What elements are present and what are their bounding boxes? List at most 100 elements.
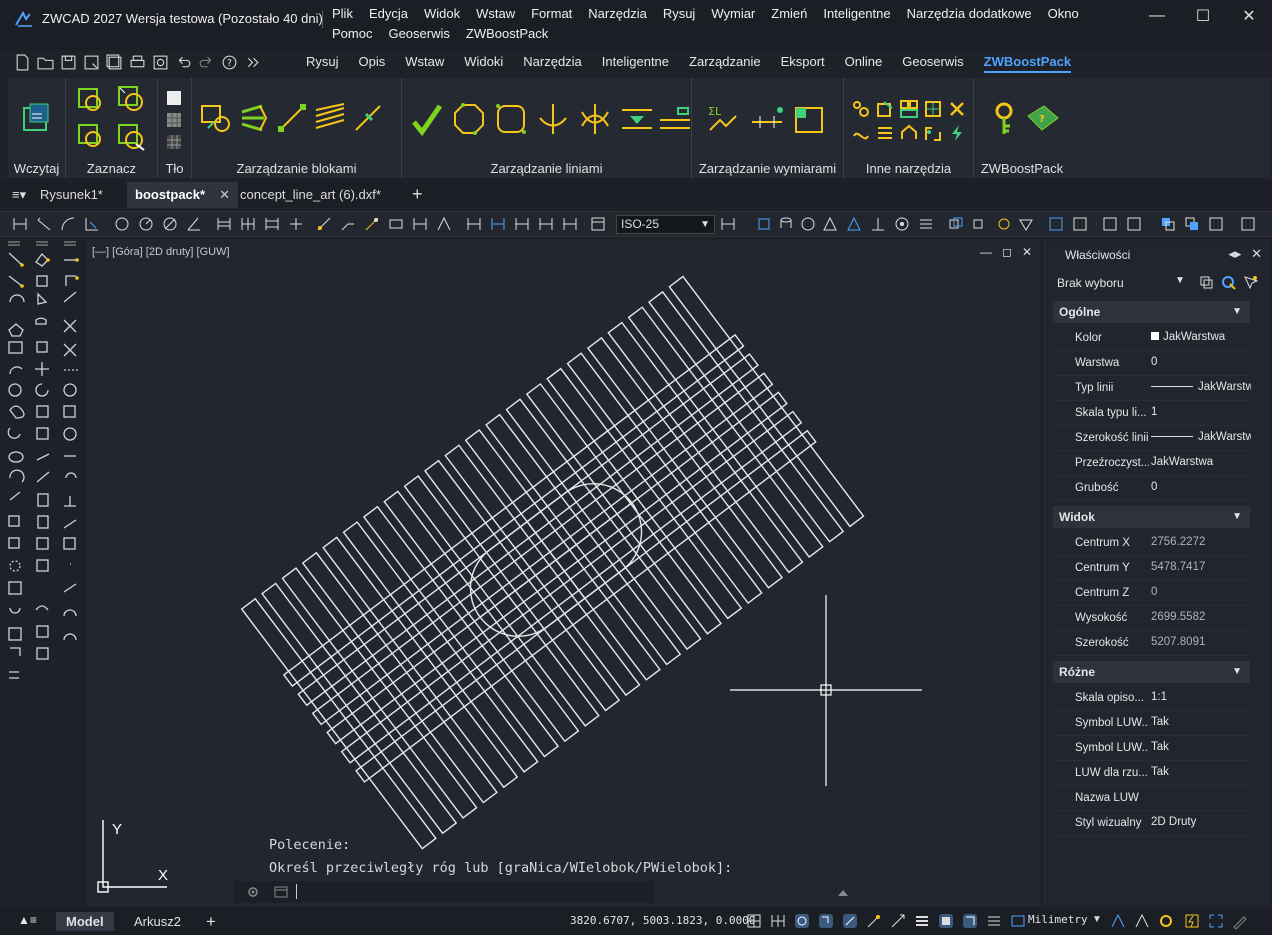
toggle-pickadd-icon[interactable] <box>1199 275 1214 290</box>
dim-baseline-icon[interactable] <box>216 216 232 232</box>
doc-tab-rysunek1[interactable]: Rysunek1* <box>32 182 111 208</box>
dim-style-edit-icon[interactable] <box>720 216 736 232</box>
layer-5-icon[interactable] <box>1048 216 1064 232</box>
tab-rysuj[interactable]: Rysuj <box>306 54 339 73</box>
dim-diameter-icon[interactable] <box>162 216 178 232</box>
tool-cross-icon[interactable] <box>948 100 966 118</box>
dim-area-icon[interactable] <box>792 102 826 136</box>
prop-row-transparency[interactable]: Przeźroczyst... JakWarstwa <box>1053 451 1250 476</box>
menu-zmien[interactable]: Zmień <box>771 6 807 22</box>
quick-select-icon[interactable] <box>1243 275 1258 290</box>
background-grid-icon[interactable] <box>166 134 182 150</box>
units-chevron-icon[interactable]: ▼ <box>1092 914 1102 925</box>
fillet-rect-icon[interactable] <box>494 102 528 136</box>
dynamic-input-icon[interactable] <box>794 913 810 929</box>
menu-edycja[interactable]: Edycja <box>369 6 408 22</box>
quick-properties-icon[interactable] <box>986 913 1002 929</box>
tool-link-icon[interactable] <box>852 124 870 142</box>
view-3d-4-icon[interactable] <box>822 216 838 232</box>
print-icon[interactable] <box>129 54 146 71</box>
dim-reassociate-icon[interactable] <box>514 216 530 232</box>
prop-row-ucs-icon-origin[interactable]: Symbol LUW... Tak <box>1053 736 1250 761</box>
minimize-button[interactable]: — <box>1134 0 1180 32</box>
selection-dropdown[interactable]: Brak wyboru ▼ <box>1051 271 1265 295</box>
tab-narzedzia[interactable]: Narzędzia <box>523 54 582 73</box>
menu-okno[interactable]: Okno <box>1048 6 1079 22</box>
osnap-icon[interactable] <box>866 913 882 929</box>
prop-row-thickness[interactable]: Grubość 0 <box>1053 476 1250 501</box>
units-icon[interactable] <box>1010 913 1026 929</box>
scroll-up-icon[interactable] <box>838 890 848 896</box>
grid-icon[interactable] <box>746 913 762 929</box>
undo-icon[interactable] <box>175 54 192 71</box>
command-settings-icon[interactable] <box>246 885 260 899</box>
open-folder-icon[interactable] <box>37 54 54 71</box>
tab-inteligentne[interactable]: Inteligentne <box>602 54 669 73</box>
background-gray-icon[interactable] <box>166 112 182 128</box>
command-history-icon[interactable] <box>274 885 288 899</box>
block-align-icon[interactable] <box>238 102 270 134</box>
prop-row-center-z[interactable]: Centrum Z 0 <box>1053 581 1250 606</box>
layer-1-icon[interactable] <box>948 216 964 232</box>
view-3d-3-icon[interactable] <box>800 216 816 232</box>
prop-row-center-x[interactable]: Centrum X 2756.2272 <box>1053 531 1250 556</box>
layer-9-icon[interactable] <box>1160 216 1176 232</box>
section-general[interactable]: Ogólne ▼ <box>1053 301 1250 323</box>
octagon-icon[interactable] <box>452 102 486 136</box>
menu-format[interactable]: Format <box>531 6 572 22</box>
tool-list-icon[interactable] <box>876 124 894 142</box>
layer-11-icon[interactable] <box>1208 216 1224 232</box>
block-line-icon[interactable] <box>276 102 308 134</box>
prop-row-ucs-per-viewport[interactable]: LUW dla rzu... Tak <box>1053 761 1250 786</box>
dim-style-select[interactable]: ISO-25 ▼ <box>616 215 715 234</box>
view-3d-7-icon[interactable] <box>894 216 910 232</box>
prop-row-linetype-scale[interactable]: Skala typu li... 1 <box>1053 401 1250 426</box>
dim-sum-icon[interactable]: ΣL <box>706 102 740 136</box>
dim-inspect-icon[interactable] <box>388 216 404 232</box>
tool-text-box-icon[interactable] <box>876 100 894 118</box>
doc-tab-concept-line-art[interactable]: concept_line_art (6).dxf* <box>232 182 389 208</box>
layout-menu-icon[interactable]: ▲≡ <box>18 913 37 927</box>
print-preview-icon[interactable] <box>152 54 169 71</box>
drawing-canvas[interactable]: Y X <box>86 240 1040 906</box>
dim-angular-icon[interactable] <box>186 216 202 232</box>
dim-edit-icon[interactable] <box>466 216 482 232</box>
save-all-icon[interactable] <box>106 54 123 71</box>
prop-row-visual-style[interactable]: Styl wizualny 2D Druty <box>1053 811 1250 836</box>
tab-online[interactable]: Online <box>845 54 883 73</box>
layer-10-icon[interactable] <box>1184 216 1200 232</box>
tool-house-icon[interactable] <box>900 124 918 142</box>
view-3d-1-icon[interactable] <box>756 216 772 232</box>
layer-2-icon[interactable] <box>972 216 988 232</box>
cursor-coordinates[interactable]: 3820.6707, 5003.1823, 0.0000 <box>570 914 755 927</box>
line-join-icon[interactable] <box>410 102 444 136</box>
otrack-icon[interactable] <box>890 913 906 929</box>
maximize-button[interactable]: ☐ <box>1180 0 1226 32</box>
layer-8-icon[interactable] <box>1126 216 1142 232</box>
tool-layout-icon[interactable] <box>900 100 918 118</box>
polar-icon[interactable] <box>842 913 858 929</box>
tool-table-icon[interactable] <box>924 100 942 118</box>
section-misc[interactable]: Różne ▼ <box>1053 661 1250 683</box>
background-white-icon[interactable] <box>166 90 182 106</box>
drawing-viewport[interactable]: [—] [Góra] [2D druty] [GUW] — ◻ ✕ Y X Po… <box>86 240 1040 906</box>
view-3d-6-icon[interactable] <box>870 216 886 232</box>
new-file-icon[interactable] <box>14 54 31 71</box>
save-as-icon[interactable] <box>83 54 100 71</box>
leader-icon[interactable] <box>340 216 356 232</box>
load-icon[interactable] <box>20 102 52 134</box>
dim-center-icon[interactable] <box>364 216 380 232</box>
dim-override-icon[interactable] <box>538 216 554 232</box>
dim-tolerance-icon[interactable] <box>316 216 332 232</box>
snap-icon[interactable] <box>770 913 786 929</box>
fullscreen-icon[interactable] <box>1208 913 1224 929</box>
dim-update-icon[interactable] <box>412 216 428 232</box>
tool-lightning-icon[interactable] <box>948 124 966 142</box>
layer-12-icon[interactable] <box>1240 216 1256 232</box>
dim-space-icon[interactable] <box>264 216 280 232</box>
menu-zwboostpack[interactable]: ZWBoostPack <box>466 26 548 42</box>
line-offset-icon[interactable] <box>620 102 654 136</box>
add-document-button[interactable]: + <box>412 184 423 205</box>
view-3d-5-icon[interactable] <box>846 216 862 232</box>
tab-widoki[interactable]: Widoki <box>464 54 503 73</box>
